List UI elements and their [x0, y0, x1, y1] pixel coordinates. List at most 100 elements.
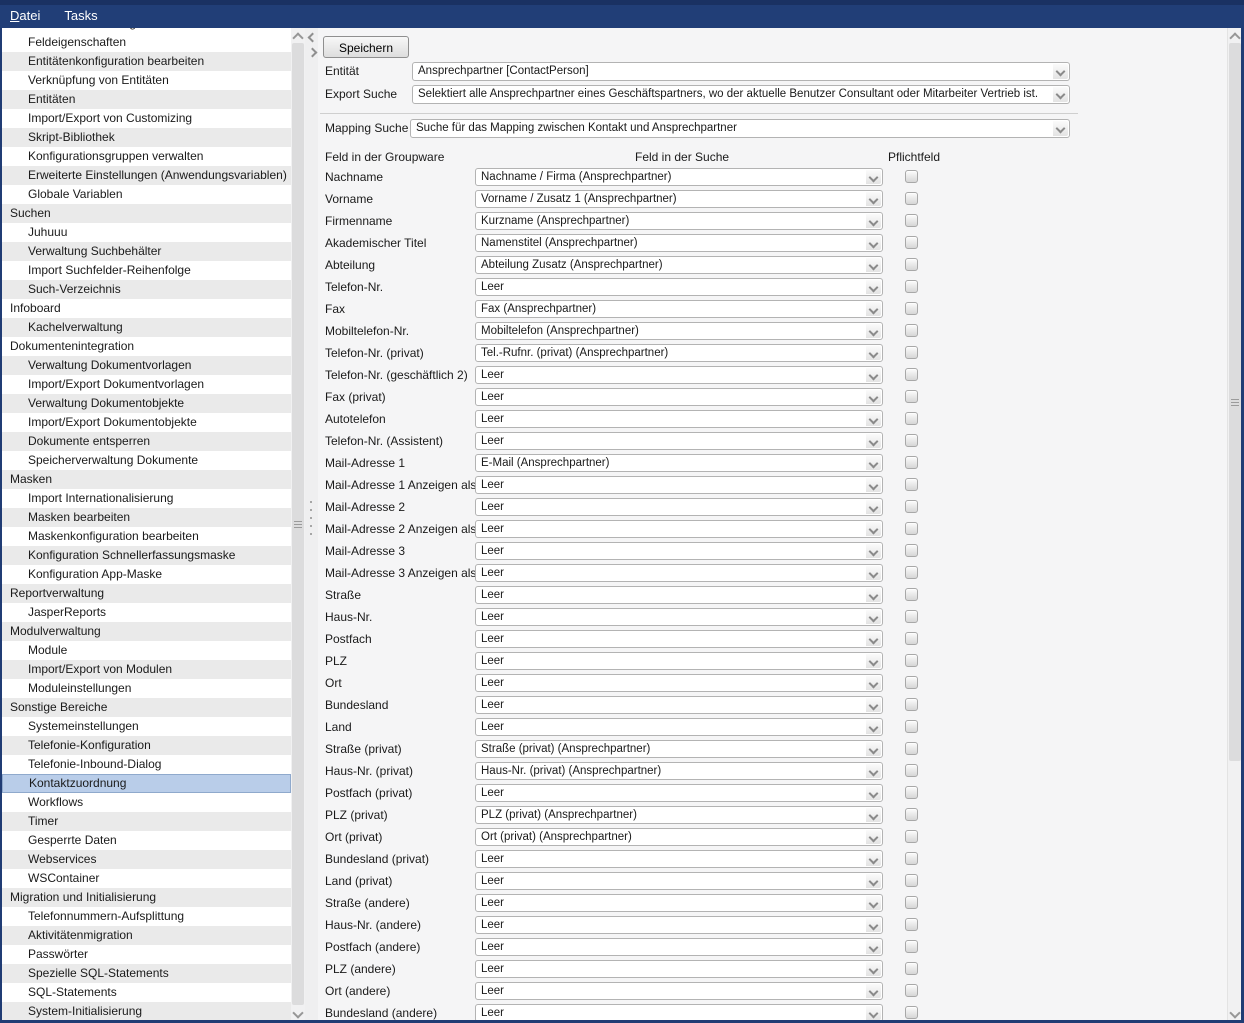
- dropdown-button[interactable]: [866, 258, 881, 272]
- menu-datei[interactable]: Datei: [10, 8, 40, 28]
- sidebar-item-import-export-dokumentobjekte[interactable]: Import/Export Dokumentobjekte: [2, 413, 291, 432]
- suche-field-select[interactable]: Leer: [475, 960, 883, 978]
- dropdown-button[interactable]: [866, 742, 881, 756]
- sidebar-item-passwörter[interactable]: Passwörter: [2, 945, 291, 964]
- pflichtfeld-checkbox[interactable]: [905, 654, 918, 667]
- panel-splitter[interactable]: [305, 28, 318, 1020]
- dropdown-button[interactable]: [866, 214, 881, 228]
- suche-field-select[interactable]: Haus-Nr. (privat) (Ansprechpartner): [475, 762, 883, 780]
- dropdown-button[interactable]: [866, 940, 881, 954]
- sidebar-item-migration-und-initialisierung[interactable]: Migration und Initialisierung: [2, 888, 291, 907]
- dropdown-button[interactable]: [866, 830, 881, 844]
- dropdown-button[interactable]: [866, 786, 881, 800]
- suche-field-select[interactable]: Leer: [475, 542, 883, 560]
- sidebar-item-reportverwaltung[interactable]: Reportverwaltung: [2, 584, 291, 603]
- sidebar-item-verknüpfung-von-entitäten[interactable]: Verknüpfung von Entitäten: [2, 71, 291, 90]
- scrollbar-thumb[interactable]: [292, 43, 304, 1005]
- suche-field-select[interactable]: Namenstitel (Ansprechpartner): [475, 234, 883, 252]
- dropdown-button[interactable]: [866, 720, 881, 734]
- pflichtfeld-checkbox[interactable]: [905, 236, 918, 249]
- dropdown-button[interactable]: [866, 390, 881, 404]
- suche-field-select[interactable]: Fax (Ansprechpartner): [475, 300, 883, 318]
- sidebar-item-such-verzeichnis[interactable]: Such-Verzeichnis: [2, 280, 291, 299]
- pflichtfeld-checkbox[interactable]: [905, 324, 918, 337]
- dropdown-button[interactable]: [866, 896, 881, 910]
- suche-field-select[interactable]: Leer: [475, 278, 883, 296]
- sidebar-item-timer[interactable]: Timer: [2, 812, 291, 831]
- scrollbar-thumb[interactable]: [1229, 43, 1241, 761]
- pflichtfeld-checkbox[interactable]: [905, 676, 918, 689]
- pflichtfeld-checkbox[interactable]: [905, 786, 918, 799]
- pflichtfeld-checkbox[interactable]: [905, 742, 918, 755]
- sidebar-item-import-internationalisierung[interactable]: Import Internationalisierung: [2, 489, 291, 508]
- save-button[interactable]: Speichern: [323, 36, 409, 58]
- sidebar-item-speicherverwaltung-dokumente[interactable]: Speicherverwaltung Dokumente: [2, 451, 291, 470]
- suche-field-select[interactable]: Leer: [475, 894, 883, 912]
- sidebar-item-suchen[interactable]: Suchen: [2, 204, 291, 223]
- sidebar-item-jasperreports[interactable]: JasperReports: [2, 603, 291, 622]
- dropdown-button[interactable]: [866, 544, 881, 558]
- dropdown-button[interactable]: [866, 676, 881, 690]
- dropdown-button[interactable]: [866, 478, 881, 492]
- sidebar-item-moduleinstellungen[interactable]: Moduleinstellungen: [2, 679, 291, 698]
- dropdown-button[interactable]: [866, 170, 881, 184]
- suche-field-select[interactable]: Leer: [475, 586, 883, 604]
- dropdown-button[interactable]: [866, 698, 881, 712]
- pflichtfeld-checkbox[interactable]: [905, 390, 918, 403]
- pflichtfeld-checkbox[interactable]: [905, 566, 918, 579]
- suche-field-select[interactable]: Leer: [475, 784, 883, 802]
- pflichtfeld-checkbox[interactable]: [905, 610, 918, 623]
- sidebar-item-verwaltung-dokumentvorlagen[interactable]: Verwaltung Dokumentvorlagen: [2, 356, 291, 375]
- dropdown-button[interactable]: [866, 368, 881, 382]
- dropdown-button[interactable]: [1053, 64, 1068, 79]
- sidebar-item-kachelverwaltung[interactable]: Kachelverwaltung: [2, 318, 291, 337]
- dropdown-button[interactable]: [866, 280, 881, 294]
- suche-field-select[interactable]: Leer: [475, 630, 883, 648]
- suche-field-select[interactable]: Leer: [475, 938, 883, 956]
- sidebar-item-verwaltung-dokumentobjekte[interactable]: Verwaltung Dokumentobjekte: [2, 394, 291, 413]
- dropdown-button[interactable]: [866, 236, 881, 250]
- pflichtfeld-checkbox[interactable]: [905, 698, 918, 711]
- dropdown-button[interactable]: [1053, 121, 1068, 136]
- sidebar-item-modulverwaltung[interactable]: Modulverwaltung: [2, 622, 291, 641]
- sidebar-item-globale-variablen[interactable]: Globale Variablen: [2, 185, 291, 204]
- sidebar-item-juhuuu[interactable]: Juhuuu: [2, 223, 291, 242]
- splitter-collapse-arrows[interactable]: [306, 30, 316, 64]
- dropdown-button[interactable]: [866, 610, 881, 624]
- sidebar-item-dokumentenintegration[interactable]: Dokumentenintegration: [2, 337, 291, 356]
- dropdown-button[interactable]: [866, 434, 881, 448]
- dropdown-button[interactable]: [866, 632, 881, 646]
- suche-field-select[interactable]: Leer: [475, 652, 883, 670]
- suche-field-select[interactable]: Nachname / Firma (Ansprechpartner): [475, 168, 883, 186]
- suche-field-select[interactable]: Leer: [475, 388, 883, 406]
- suche-field-select[interactable]: Leer: [475, 410, 883, 428]
- pflichtfeld-checkbox[interactable]: [905, 962, 918, 975]
- export-search-select[interactable]: Selektiert alle Ansprechpartner eines Ge…: [412, 85, 1070, 104]
- dropdown-button[interactable]: [866, 500, 881, 514]
- sidebar-item-module[interactable]: Module: [2, 641, 291, 660]
- pflichtfeld-checkbox[interactable]: [905, 170, 918, 183]
- pflichtfeld-checkbox[interactable]: [905, 192, 918, 205]
- suche-field-select[interactable]: Straße (privat) (Ansprechpartner): [475, 740, 883, 758]
- pflichtfeld-checkbox[interactable]: [905, 940, 918, 953]
- pflichtfeld-checkbox[interactable]: [905, 522, 918, 535]
- dropdown-button[interactable]: [866, 566, 881, 580]
- pflichtfeld-checkbox[interactable]: [905, 764, 918, 777]
- pflichtfeld-checkbox[interactable]: [905, 434, 918, 447]
- sidebar-item-telefonnummern-aufsplittung[interactable]: Telefonnummern-Aufsplittung: [2, 907, 291, 926]
- dropdown-button[interactable]: [866, 984, 881, 998]
- suche-field-select[interactable]: Leer: [475, 718, 883, 736]
- pflichtfeld-checkbox[interactable]: [905, 918, 918, 931]
- pflichtfeld-checkbox[interactable]: [905, 720, 918, 733]
- sidebar-item-systemeinstellungen[interactable]: Systemeinstellungen: [2, 717, 291, 736]
- pflichtfeld-checkbox[interactable]: [905, 500, 918, 513]
- dropdown-button[interactable]: [866, 874, 881, 888]
- scroll-up-button[interactable]: [1228, 28, 1242, 42]
- pflichtfeld-checkbox[interactable]: [905, 412, 918, 425]
- pflichtfeld-checkbox[interactable]: [905, 368, 918, 381]
- suche-field-select[interactable]: Leer: [475, 850, 883, 868]
- dropdown-button[interactable]: [866, 962, 881, 976]
- sidebar-item-konfiguration-app-maske[interactable]: Konfiguration App-Maske: [2, 565, 291, 584]
- sidebar-item-masken-bearbeiten[interactable]: Masken bearbeiten: [2, 508, 291, 527]
- sidebar-item-wscontainer[interactable]: WSContainer: [2, 869, 291, 888]
